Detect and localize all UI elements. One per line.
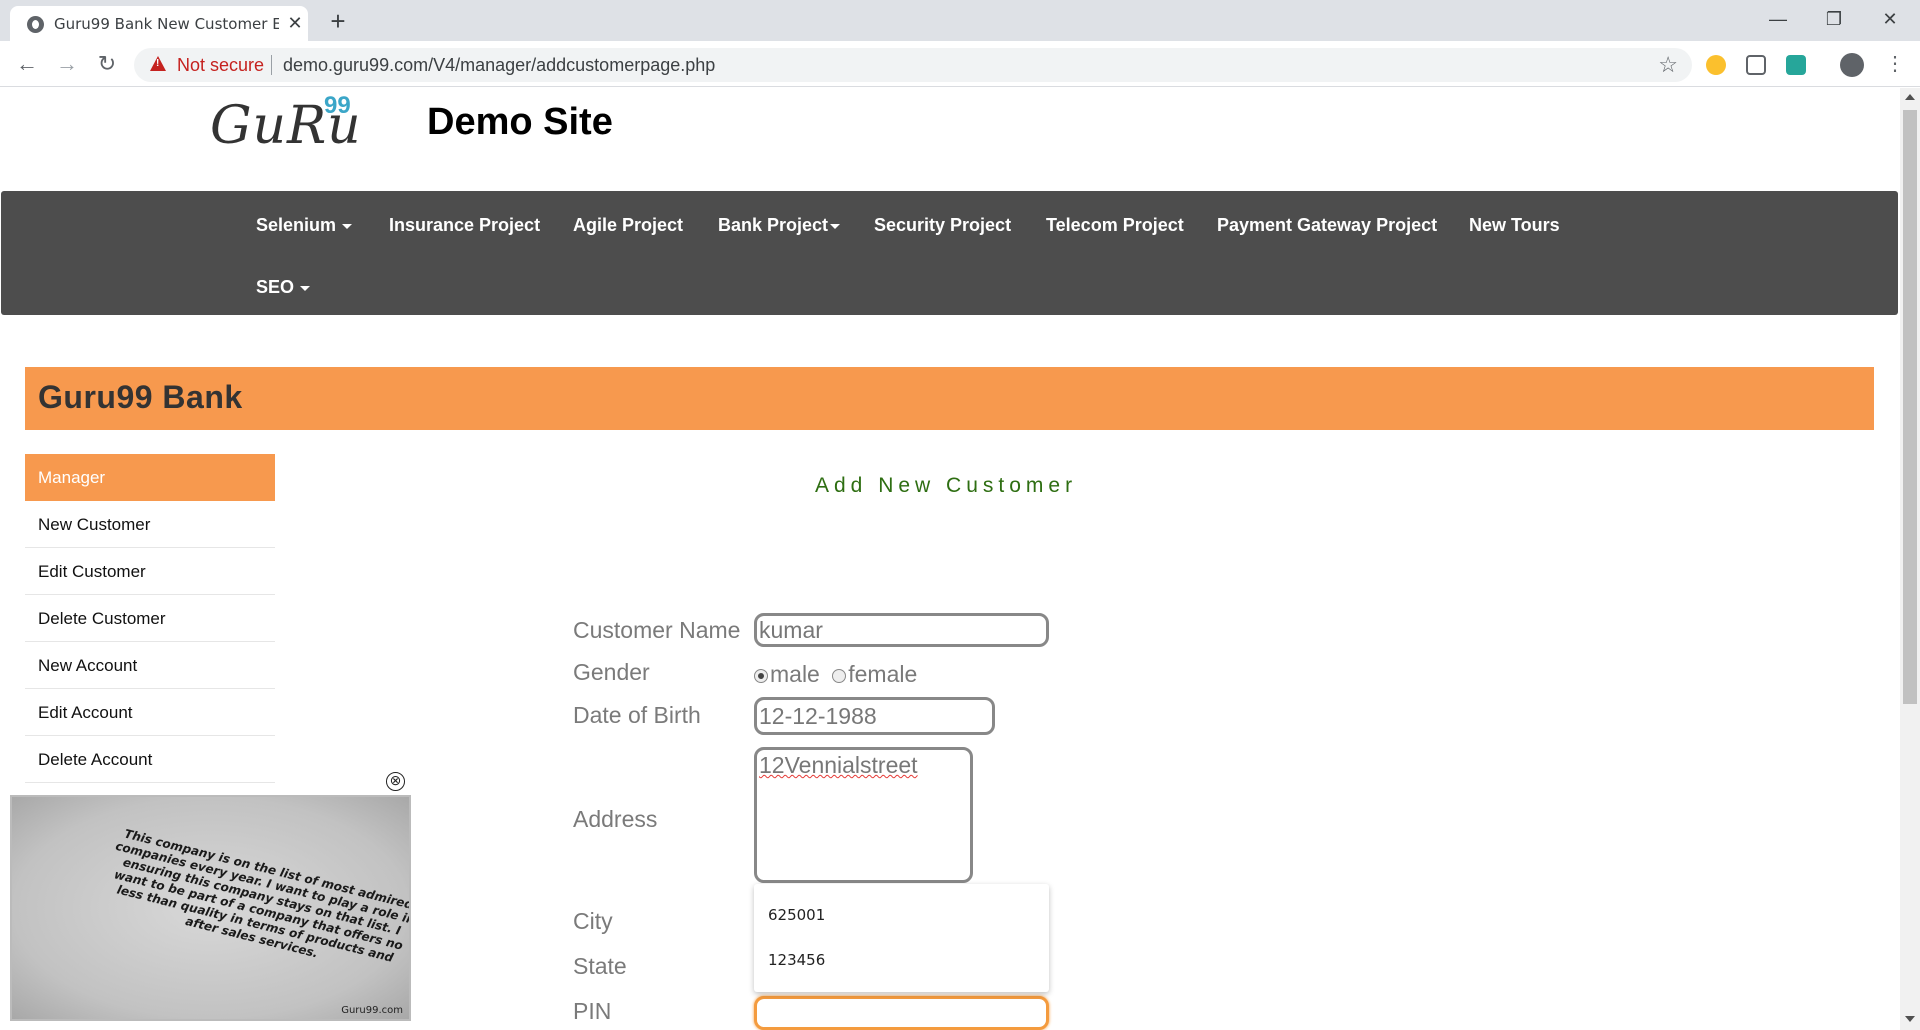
gender-radio-group: male female <box>754 661 917 688</box>
reload-icon[interactable]: ↻ <box>92 49 122 79</box>
browser-menu-icon[interactable]: ⋮ <box>1880 49 1910 79</box>
back-icon[interactable]: ← <box>12 49 42 79</box>
bank-title: Guru99 Bank <box>38 379 243 415</box>
autocomplete-dropdown: 625001 123456 <box>754 884 1049 992</box>
scrollbar-thumb[interactable] <box>1903 110 1917 704</box>
minimize-icon[interactable]: — <box>1750 0 1806 41</box>
video-popup[interactable]: This company is on the list of most admi… <box>10 795 411 1021</box>
customer-name-input[interactable]: kumar <box>754 613 1049 647</box>
nav-seo[interactable]: SEO <box>256 277 311 298</box>
sidebar-item-manager[interactable]: Manager <box>25 454 275 501</box>
url-text[interactable]: demo.guru99.com/V4/manager/addcustomerpa… <box>283 55 715 76</box>
bookmark-star-icon[interactable]: ☆ <box>1658 52 1678 78</box>
nav-new-tours[interactable]: New Tours <box>1469 215 1560 236</box>
scroll-down-icon[interactable] <box>1905 1016 1915 1022</box>
dob-input[interactable]: 12-12-1988 <box>754 697 995 735</box>
video-quote-text: This company is on the list of most admi… <box>112 826 411 965</box>
security-indicator[interactable]: Not secure <box>177 55 264 76</box>
form-heading: Add New Customer <box>815 474 1078 497</box>
caret-down-icon <box>300 285 311 291</box>
gender-male-label: male <box>770 661 820 687</box>
video-close-icon[interactable]: ⊗ <box>386 772 405 791</box>
warning-icon <box>150 56 166 71</box>
autocomplete-option[interactable]: 123456 <box>768 951 825 969</box>
autocomplete-option[interactable]: 625001 <box>768 906 825 924</box>
sidebar-item-delete-account[interactable]: Delete Account <box>25 736 275 783</box>
gender-female-label: female <box>848 661 918 687</box>
pin-input[interactable] <box>754 996 1049 1030</box>
state-label: State <box>573 953 627 979</box>
caret-down-icon <box>830 223 841 229</box>
gender-male-radio[interactable] <box>754 668 768 683</box>
forward-icon[interactable]: → <box>52 49 82 79</box>
guru99-logo[interactable]: GuRu 99 <box>210 92 361 162</box>
extension-icon-3[interactable] <box>1786 55 1806 75</box>
gender-label: Gender <box>573 659 650 685</box>
address-label: Address <box>573 806 658 832</box>
top-navigation: Selenium Insurance Project Agile Project… <box>1 191 1898 315</box>
page-scrollbar[interactable] <box>1900 88 1920 1030</box>
nav-selenium[interactable]: Selenium <box>256 215 353 236</box>
pin-label: PIN <box>573 998 612 1024</box>
scroll-up-icon[interactable] <box>1905 94 1915 100</box>
sidebar-item-delete-customer[interactable]: Delete Customer <box>25 595 275 642</box>
gender-female-radio[interactable] <box>832 668 847 683</box>
nav-bank-project[interactable]: Bank Project <box>718 215 841 236</box>
caret-down-icon <box>342 223 353 229</box>
customer-name-label: Customer Name <box>573 617 741 643</box>
extension-icon-1[interactable] <box>1706 55 1726 75</box>
restore-icon[interactable]: ❐ <box>1806 0 1862 41</box>
new-tab-button[interactable]: + <box>322 6 354 38</box>
video-watermark: Guru99.com <box>341 1005 403 1016</box>
address-bar[interactable]: Not secure demo.guru99.com/V4/manager/ad… <box>134 48 1692 82</box>
tab-close-icon[interactable]: ✕ <box>284 12 306 34</box>
sidebar-menu: Manager New Customer Edit Customer Delet… <box>25 454 275 783</box>
sidebar-item-edit-account[interactable]: Edit Account <box>25 689 275 736</box>
nav-security-project[interactable]: Security Project <box>874 215 1011 236</box>
sidebar-item-new-customer[interactable]: New Customer <box>25 501 275 548</box>
nav-agile-project[interactable]: Agile Project <box>573 215 683 236</box>
sidebar-item-new-account[interactable]: New Account <box>25 642 275 689</box>
address-textarea[interactable]: 12Vennialstreet <box>754 747 973 883</box>
tab-title: Guru99 Bank New Customer Entry Page <box>54 15 279 33</box>
profile-avatar-icon[interactable] <box>1840 53 1864 77</box>
site-title: Demo Site <box>427 101 613 143</box>
omnibox-divider <box>271 55 272 75</box>
nav-insurance-project[interactable]: Insurance Project <box>389 215 540 236</box>
nav-payment-gateway-project[interactable]: Payment Gateway Project <box>1217 215 1437 236</box>
extension-icon-2[interactable] <box>1746 55 1766 75</box>
city-label: City <box>573 908 613 934</box>
browser-tabstrip: Guru99 Bank New Customer Entry Page ✕ + … <box>0 0 1920 41</box>
dob-label: Date of Birth <box>573 702 701 728</box>
sidebar-item-edit-customer[interactable]: Edit Customer <box>25 548 275 595</box>
globe-icon <box>27 16 44 33</box>
bank-banner: Guru99 Bank <box>25 367 1874 430</box>
nav-telecom-project[interactable]: Telecom Project <box>1046 215 1184 236</box>
browser-toolbar: ← → ↻ Not secure demo.guru99.com/V4/mana… <box>0 41 1920 87</box>
window-close-icon[interactable]: ✕ <box>1862 0 1918 41</box>
browser-tab[interactable]: Guru99 Bank New Customer Entry Page ✕ <box>10 6 308 41</box>
